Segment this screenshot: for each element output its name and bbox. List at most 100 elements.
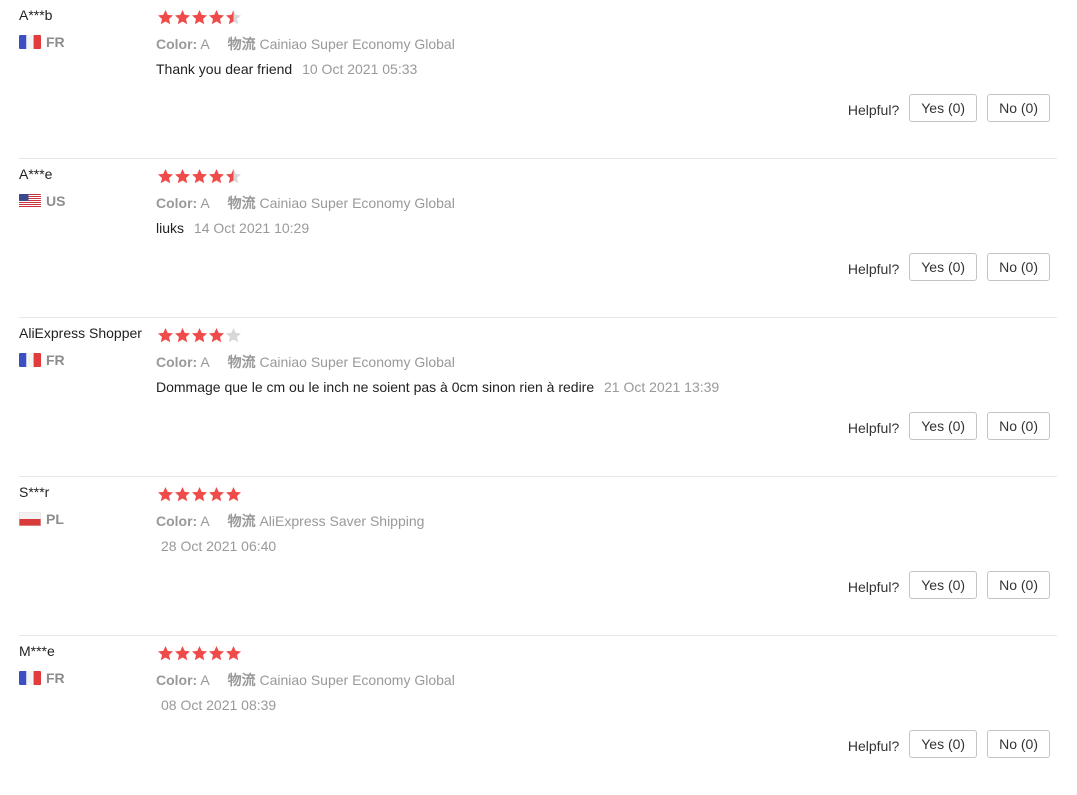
- reviewer-country: PL: [19, 511, 64, 527]
- reviewer-name: AliExpress Shopper: [19, 325, 142, 341]
- review-content: Dommage que le cm ou le inch ne soient p…: [156, 379, 719, 395]
- star-icon: [225, 327, 242, 344]
- star-icon: [174, 168, 191, 185]
- country-code: PL: [46, 511, 64, 527]
- review-meta: Color: A 物流 Cainiao Super Economy Global: [156, 670, 455, 690]
- star-icon: [157, 327, 174, 344]
- color-label: Color:: [156, 36, 198, 52]
- star-icon: [157, 645, 174, 662]
- helpful-yes-button[interactable]: Yes (0): [909, 412, 978, 440]
- star-icon: [174, 645, 191, 662]
- star-icon: [225, 168, 242, 185]
- reviewer-country: FR: [19, 352, 65, 368]
- star-icon: [157, 168, 174, 185]
- star-rating: [157, 168, 242, 185]
- helpful-yes-button[interactable]: Yes (0): [909, 730, 978, 758]
- helpful-section: Helpful? Yes (0) No (0): [848, 730, 1050, 758]
- logistics-label: 物流: [227, 36, 256, 52]
- helpful-no-button[interactable]: No (0): [987, 730, 1050, 758]
- helpful-no-button[interactable]: No (0): [987, 412, 1050, 440]
- star-icon: [225, 645, 242, 662]
- star-rating: [157, 486, 242, 503]
- helpful-yes-button[interactable]: Yes (0): [909, 571, 978, 599]
- review-date: 08 Oct 2021 08:39: [161, 697, 277, 713]
- color-value: A: [200, 354, 210, 370]
- review-meta: Color: A 物流 AliExpress Saver Shipping: [156, 511, 424, 531]
- review-item: S***r PL Color: A 物流 AliExpress Saver Sh…: [19, 477, 1057, 636]
- flag-us-icon: [19, 194, 41, 208]
- review-meta: Color: A 物流 Cainiao Super Economy Global: [156, 352, 455, 372]
- star-icon: [208, 168, 225, 185]
- review-item: M***e FR Color: A 物流 Cainiao Super Econo…: [19, 636, 1057, 795]
- color-value: A: [200, 672, 210, 688]
- review-item: A***b FR Color: A 物流 Cainiao Super Econo…: [19, 0, 1057, 159]
- review-date: 10 Oct 2021 05:33: [302, 61, 418, 77]
- logistics-value: AliExpress Saver Shipping: [259, 513, 425, 529]
- logistics-label: 物流: [227, 513, 256, 529]
- star-icon: [191, 168, 208, 185]
- review-text: Thank you dear friend: [156, 61, 293, 77]
- review-text: Dommage que le cm ou le inch ne soient p…: [156, 379, 595, 395]
- helpful-label: Helpful?: [847, 579, 900, 595]
- star-icon: [208, 486, 225, 503]
- helpful-yes-button[interactable]: Yes (0): [909, 94, 978, 122]
- review-date: 28 Oct 2021 06:40: [161, 538, 277, 554]
- star-icon: [174, 327, 191, 344]
- reviewer-name: A***b: [19, 7, 53, 23]
- review-content: 28 Oct 2021 06:40: [156, 538, 276, 554]
- flag-fr-icon: [19, 353, 41, 367]
- flag-fr-icon: [19, 35, 41, 49]
- review-list: A***b FR Color: A 物流 Cainiao Super Econo…: [0, 0, 1077, 787]
- color-label: Color:: [156, 195, 198, 211]
- review-date: 14 Oct 2021 10:29: [193, 220, 310, 236]
- star-icon: [157, 486, 174, 503]
- helpful-label: Helpful?: [847, 261, 900, 277]
- helpful-section: Helpful? Yes (0) No (0): [848, 571, 1050, 599]
- helpful-no-button[interactable]: No (0): [987, 571, 1050, 599]
- country-code: FR: [46, 34, 65, 50]
- reviewer-name: A***e: [19, 166, 53, 182]
- star-rating: [157, 327, 242, 344]
- review-item: AliExpress Shopper FR Color: A 物流 Cainia…: [19, 318, 1057, 477]
- review-meta: Color: A 物流 Cainiao Super Economy Global: [156, 193, 455, 213]
- logistics-value: Cainiao Super Economy Global: [259, 354, 455, 370]
- star-rating: [157, 645, 242, 662]
- helpful-section: Helpful? Yes (0) No (0): [848, 412, 1050, 440]
- color-label: Color:: [156, 354, 198, 370]
- color-value: A: [200, 36, 210, 52]
- star-icon: [208, 645, 225, 662]
- review-item: A***e US Color: A 物流 Cainiao Super Econo…: [19, 159, 1057, 318]
- helpful-no-button[interactable]: No (0): [987, 253, 1050, 281]
- logistics-value: Cainiao Super Economy Global: [259, 195, 455, 211]
- star-icon: [191, 327, 208, 344]
- logistics-value: Cainiao Super Economy Global: [259, 36, 455, 52]
- color-value: A: [200, 195, 210, 211]
- star-icon: [174, 486, 191, 503]
- color-label: Color:: [156, 513, 198, 529]
- logistics-label: 物流: [227, 354, 256, 370]
- reviewer-name: M***e: [19, 643, 55, 659]
- review-text: liuks: [156, 220, 185, 236]
- color-value: A: [200, 513, 210, 529]
- helpful-label: Helpful?: [847, 420, 900, 436]
- helpful-section: Helpful? Yes (0) No (0): [848, 94, 1050, 122]
- helpful-no-button[interactable]: No (0): [987, 94, 1050, 122]
- helpful-section: Helpful? Yes (0) No (0): [848, 253, 1050, 281]
- star-icon: [208, 327, 225, 344]
- reviewer-name: S***r: [19, 484, 50, 500]
- helpful-label: Helpful?: [847, 102, 900, 118]
- helpful-yes-button[interactable]: Yes (0): [909, 253, 978, 281]
- reviewer-country: FR: [19, 34, 65, 50]
- review-meta: Color: A 物流 Cainiao Super Economy Global: [156, 34, 455, 54]
- flag-fr-icon: [19, 671, 41, 685]
- flag-pl-icon: [19, 512, 41, 526]
- logistics-value: Cainiao Super Economy Global: [259, 672, 455, 688]
- star-icon: [191, 486, 208, 503]
- star-icon: [191, 9, 208, 26]
- logistics-label: 物流: [227, 672, 256, 688]
- star-icon: [157, 9, 174, 26]
- star-rating: [157, 9, 242, 26]
- country-code: US: [46, 193, 66, 209]
- star-icon: [174, 9, 191, 26]
- star-icon: [225, 9, 242, 26]
